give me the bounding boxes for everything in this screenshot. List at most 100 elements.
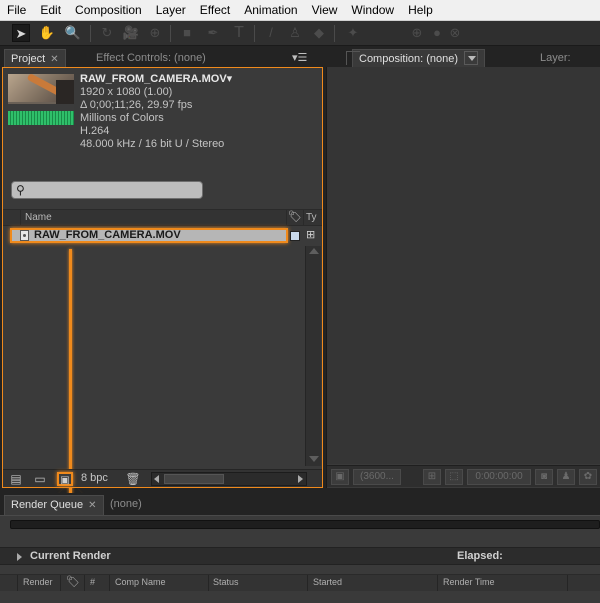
render-queue-tab-row: Render Queue ✕ (none) <box>0 493 600 515</box>
label-color-swatch[interactable] <box>290 231 300 241</box>
render-queue-column-header: Render 🏷 # Comp Name Status Started Rend… <box>0 574 600 591</box>
pan-behind-tool-icon[interactable]: ⊕ <box>146 24 164 42</box>
list-item[interactable]: RAW_FROM_CAMERA.MOV <box>10 228 288 243</box>
brush-tool-icon[interactable]: / <box>262 24 280 42</box>
toolbar-divider <box>254 25 255 42</box>
footage-codec: H.264 <box>80 125 110 137</box>
menu-help[interactable]: Help <box>401 0 440 21</box>
magnification-dropdown[interactable]: (3600... <box>353 469 401 485</box>
tab-none[interactable]: (none) <box>104 495 148 515</box>
tab-render-queue[interactable]: Render Queue ✕ <box>4 495 104 515</box>
orange-arrow-annotation <box>69 249 72 502</box>
current-render-label: Current Render <box>30 550 111 562</box>
rotate-tool-icon[interactable]: ↻ <box>98 24 116 42</box>
search-icon: ⚲ <box>16 183 25 197</box>
horizontal-scrollbar[interactable] <box>151 472 307 486</box>
panel-menu-icon[interactable]: ▾☰ <box>286 49 313 69</box>
chevron-down-icon[interactable] <box>464 51 479 66</box>
trash-icon[interactable]: 🗑 <box>125 472 141 486</box>
type-tool-icon[interactable]: T <box>230 24 248 42</box>
hand-tool-icon[interactable]: ✋ <box>38 24 56 42</box>
rectangle-tool-icon[interactable]: ■ <box>178 24 196 42</box>
menu-window[interactable]: Window <box>344 0 401 21</box>
column-comp-name[interactable]: Comp Name <box>115 575 166 590</box>
label-tag-icon[interactable]: 🏷 <box>66 575 80 590</box>
label-tag-icon[interactable]: 🏷 <box>288 210 302 226</box>
flowchart-icon[interactable]: ⊞ <box>306 228 320 242</box>
selection-tool-icon[interactable]: ➤ <box>12 24 30 42</box>
pin-icon[interactable] <box>346 51 360 65</box>
camera-tool-icon[interactable]: 🎥 <box>122 24 140 42</box>
project-bottom-bar: ▤ ▭ ▣ 8 bpc 🗑 <box>3 469 322 487</box>
region-of-interest-icon[interactable]: ⬚ <box>445 469 463 485</box>
project-search-input[interactable]: ⚲ <box>11 181 203 199</box>
show-snapshot-icon[interactable]: ♟ <box>557 469 575 485</box>
render-progress-bar <box>10 520 600 529</box>
footage-info: RAW_FROM_CAMERA.MOV▾ 1920 x 1080 (1.00) … <box>80 73 232 151</box>
menu-effect[interactable]: Effect <box>193 0 237 21</box>
footage-colors: Millions of Colors <box>80 112 164 124</box>
tab-effect-controls[interactable]: Effect Controls: (none) <box>90 49 212 69</box>
project-tab-row: Project ✕ Effect Controls: (none) ▾☰ <box>0 47 324 69</box>
vertical-scrollbar[interactable] <box>305 246 321 466</box>
menu-animation[interactable]: Animation <box>237 0 304 21</box>
channel-icon[interactable]: ✿ <box>579 469 597 485</box>
close-icon[interactable]: ✕ <box>50 54 58 65</box>
pen-tool-icon[interactable]: ✒ <box>204 24 222 42</box>
zoom-tool-icon[interactable]: 🔍 <box>64 24 82 42</box>
composition-viewer[interactable] <box>327 67 600 464</box>
scroll-thumb[interactable] <box>164 474 224 484</box>
current-render-row: Current Render Elapsed: <box>0 547 600 565</box>
footage-audio: 48.000 kHz / 16 bit U / Stereo <box>80 138 225 150</box>
column-number[interactable]: # <box>90 575 95 590</box>
tab-project-label: Project <box>11 53 46 65</box>
bit-depth-button[interactable]: 8 bpc <box>81 472 108 484</box>
menu-composition[interactable]: Composition <box>68 0 149 21</box>
scroll-up-icon[interactable] <box>309 248 319 254</box>
clone-stamp-tool-icon[interactable]: ♙ <box>286 24 304 42</box>
new-folder-icon[interactable]: ▭ <box>32 472 48 486</box>
footage-resolution: 1920 x 1080 (1.00) <box>80 86 173 98</box>
tab-project[interactable]: Project ✕ <box>4 49 66 69</box>
scroll-left-icon[interactable] <box>154 475 159 483</box>
composition-panel: ▣ (3600... ⊞ ⬚ 0:00:00:00 ◙ ♟ ✿ <box>326 67 600 488</box>
tab-layer[interactable]: Layer: (none <box>534 49 600 82</box>
scroll-right-icon[interactable] <box>298 475 303 483</box>
close-icon[interactable]: ✕ <box>88 500 96 511</box>
snapshot-icon[interactable]: ◙ <box>535 469 553 485</box>
timecode-display[interactable]: 0:00:00:00 <box>467 469 531 485</box>
new-composition-icon[interactable]: ▣ <box>57 472 73 486</box>
toolbar-divider <box>170 25 171 42</box>
column-render-time[interactable]: Render Time <box>443 575 495 590</box>
column-name[interactable]: Name <box>25 212 52 223</box>
view-axis-icon[interactable]: ⊗ <box>446 24 464 42</box>
world-axis-icon[interactable]: ● <box>428 24 446 42</box>
title-safe-icon[interactable]: ⊞ <box>423 469 441 485</box>
eraser-tool-icon[interactable]: ◆ <box>310 24 328 42</box>
puppet-pin-tool-icon[interactable]: ✦ <box>344 24 362 42</box>
menu-file[interactable]: File <box>0 0 33 21</box>
elapsed-label: Elapsed: <box>457 550 503 562</box>
menu-view[interactable]: View <box>305 0 345 21</box>
footage-name[interactable]: RAW_FROM_CAMERA.MOV <box>80 73 227 85</box>
menu-layer[interactable]: Layer <box>149 0 193 21</box>
footage-thumbnail <box>8 74 74 125</box>
disclosure-triangle-icon[interactable] <box>17 553 22 561</box>
tools-toolbar: ➤ ✋ 🔍 ↻ 🎥 ⊕ ■ ✒ T / ♙ ◆ ✦ ⊕ ● ⊗ <box>0 21 600 46</box>
scroll-down-icon[interactable] <box>309 456 319 462</box>
column-status[interactable]: Status <box>213 575 239 590</box>
composition-viewer-controls: ▣ (3600... ⊞ ⬚ 0:00:00:00 ◙ ♟ ✿ <box>327 465 600 487</box>
local-axis-icon[interactable]: ⊕ <box>408 24 426 42</box>
footage-file-icon <box>20 230 29 241</box>
interpret-footage-icon[interactable]: ▤ <box>8 472 24 486</box>
tab-composition-label: Composition: (none) <box>359 53 459 65</box>
menu-edit[interactable]: Edit <box>33 0 68 21</box>
footage-name-dropdown-icon[interactable]: ▾ <box>227 73 233 85</box>
column-type[interactable]: Ty <box>306 212 317 223</box>
always-preview-icon[interactable]: ▣ <box>331 469 349 485</box>
column-started[interactable]: Started <box>313 575 342 590</box>
tab-composition[interactable]: Composition: (none) <box>352 49 486 69</box>
toolbar-divider <box>334 25 335 42</box>
column-render[interactable]: Render <box>23 575 53 590</box>
tab-render-queue-label: Render Queue <box>11 499 84 511</box>
